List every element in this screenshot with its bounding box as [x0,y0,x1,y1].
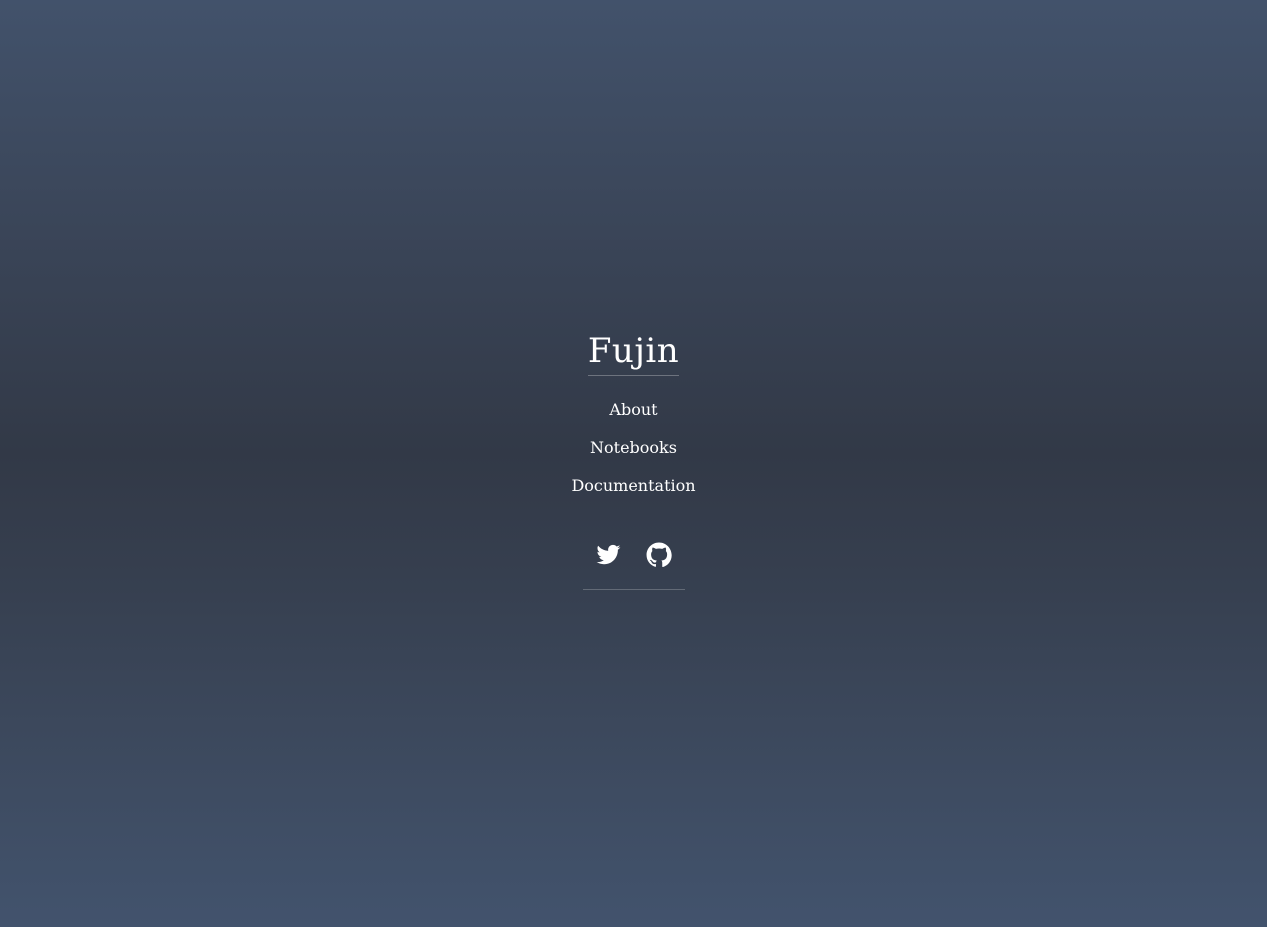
site-title-link[interactable]: Fujin [587,330,680,376]
github-icon [646,542,672,568]
github-link[interactable] [646,542,672,568]
nav-link-notebooks[interactable]: Notebooks [590,438,677,457]
nav-item-about: About [0,397,1267,435]
main-nav: About Notebooks Documentation [0,397,1267,511]
site-sidebar: Fujin About Notebooks Documentation [0,0,1267,927]
social-links [583,540,685,590]
nav-link-about[interactable]: About [609,400,657,419]
nav-item-notebooks: Notebooks [0,435,1267,473]
twitter-link[interactable] [595,542,621,568]
nav-item-documentation: Documentation [0,473,1267,511]
twitter-icon [596,544,621,565]
site-header: Fujin [0,330,1267,376]
nav-link-documentation[interactable]: Documentation [571,476,695,495]
